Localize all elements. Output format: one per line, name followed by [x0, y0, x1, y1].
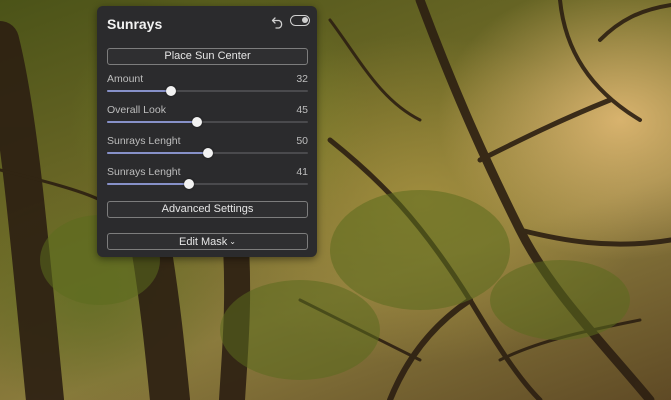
sunrays-length-2-label: Sunrays Lenght: [107, 166, 181, 178]
amount-slider-fill: [107, 90, 172, 92]
overall-look-slider-thumb[interactable]: [192, 117, 203, 127]
sunrays-length-label: Sunrays Lenght: [107, 135, 181, 147]
advanced-settings-button[interactable]: Advanced Settings: [107, 201, 308, 218]
sunrays-length-2-slider-fill: [107, 183, 190, 185]
overall-look-slider-fill: [107, 121, 198, 123]
panel-title: Sunrays: [107, 16, 163, 32]
overall-look-slider[interactable]: [107, 117, 308, 127]
amount-label: Amount: [107, 73, 144, 85]
amount-slider-thumb[interactable]: [166, 86, 177, 96]
sunrays-length-2-slider[interactable]: [107, 179, 308, 189]
amount-slider[interactable]: [107, 86, 308, 96]
undo-icon[interactable]: [271, 15, 285, 29]
overall-look-value: 45: [296, 104, 308, 116]
overall-look-label: Overall Look: [107, 104, 166, 116]
place-sun-center-button[interactable]: Place Sun Center: [107, 48, 308, 65]
sunrays-panel: Sunrays Place Sun Center Amount 32 Overa…: [97, 6, 317, 257]
panel-enable-toggle[interactable]: [290, 15, 310, 26]
edit-mask-button[interactable]: Edit Mask ⌄: [107, 233, 308, 250]
sunrays-length-slider-thumb[interactable]: [202, 148, 213, 158]
edit-mask-label: Edit Mask: [179, 236, 228, 248]
sunrays-length-slider[interactable]: [107, 148, 308, 158]
amount-value: 32: [296, 73, 308, 85]
sunrays-length-slider-fill: [107, 152, 208, 154]
toggle-knob: [302, 17, 308, 23]
sunrays-length-value: 50: [296, 135, 308, 147]
chevron-down-icon: ⌄: [229, 237, 236, 246]
sunrays-length-2-value: 41: [296, 166, 308, 178]
sunrays-length-2-slider-thumb[interactable]: [184, 179, 195, 189]
